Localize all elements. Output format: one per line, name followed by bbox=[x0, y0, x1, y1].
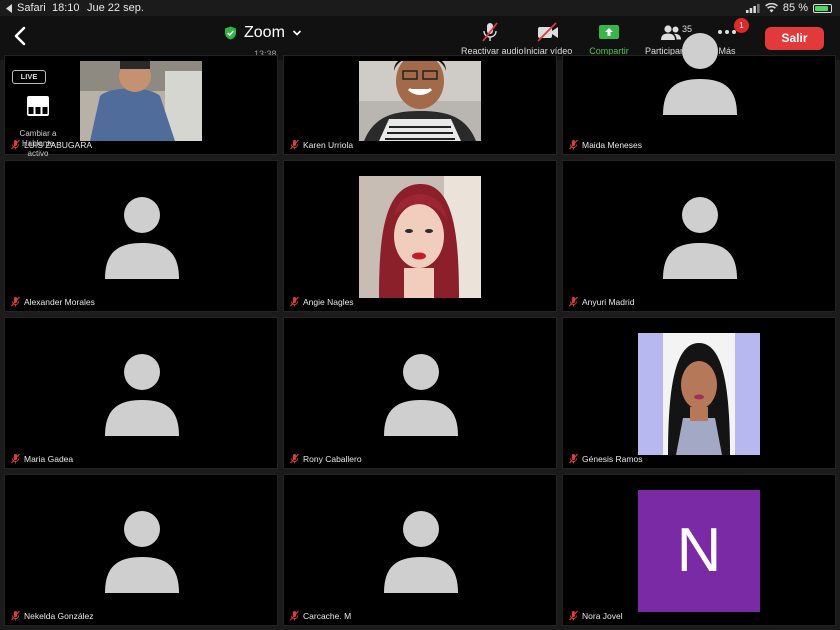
default-avatar-icon bbox=[663, 33, 737, 115]
participant-name: Alexander Morales bbox=[24, 296, 95, 307]
participant-name-label: Maida Meneses bbox=[568, 139, 642, 150]
back-app-label: Safari bbox=[17, 2, 46, 14]
participant-tile[interactable]: Rony Caballero bbox=[283, 317, 557, 469]
participant-tile[interactable]: Génesis Ramos bbox=[562, 317, 836, 469]
participant-name-label: Maria Gadea bbox=[10, 453, 73, 464]
default-avatar-icon bbox=[384, 511, 458, 593]
meeting-title-button[interactable]: Zoom bbox=[224, 24, 302, 42]
avatar bbox=[105, 195, 179, 279]
chevron-left-icon bbox=[14, 26, 26, 46]
video-grid: LUIS ZABUGARA Karen Urriola Maida Meneses A… bbox=[4, 33, 836, 626]
participant-name-label: Carcache. M bbox=[289, 610, 351, 621]
participant-name-label: Karen Urriola bbox=[289, 139, 353, 150]
microphone-muted-icon bbox=[11, 296, 20, 307]
participant-name: Nekelda González bbox=[24, 610, 94, 621]
avatar bbox=[105, 509, 179, 593]
microphone-muted-icon bbox=[11, 610, 20, 621]
participant-tile[interactable]: Maida Meneses bbox=[562, 33, 836, 155]
status-indicators: 85 % bbox=[745, 2, 832, 14]
participant-name-label: Anyuri Madrid bbox=[568, 296, 634, 307]
participant-tile[interactable]: Angie Nagles bbox=[283, 160, 557, 312]
battery-icon bbox=[813, 3, 832, 13]
video-feed bbox=[638, 333, 760, 455]
back-button[interactable] bbox=[10, 24, 32, 48]
battery-percent: 85 % bbox=[782, 2, 808, 14]
back-triangle-icon bbox=[6, 3, 12, 13]
default-avatar-icon bbox=[105, 354, 179, 436]
avatar bbox=[663, 195, 737, 279]
video-feed bbox=[359, 176, 481, 298]
gallery-view-icon bbox=[26, 95, 50, 117]
signal-icon bbox=[745, 3, 760, 13]
participant-name: Rony Caballero bbox=[303, 453, 362, 464]
participant-name-label: Nora Jovel bbox=[568, 610, 623, 621]
participant-tile[interactable]: Karen Urriola bbox=[283, 55, 557, 155]
start-video-button[interactable]: Iniciar vídeo bbox=[521, 21, 575, 57]
participant-tile[interactable]: Nekelda González bbox=[4, 474, 278, 626]
switch-active-speaker-button[interactable]: Cambiar a Hablante activo bbox=[18, 95, 58, 159]
avatar bbox=[384, 509, 458, 593]
initial-avatar: N bbox=[638, 490, 760, 612]
participant-name-label: Génesis Ramos bbox=[568, 453, 642, 464]
avatar bbox=[105, 352, 179, 436]
participant-name: Anyuri Madrid bbox=[582, 296, 635, 307]
participant-name: Karen Urriola bbox=[303, 139, 354, 150]
avatar bbox=[663, 31, 737, 115]
participant-name: Nora Jovel bbox=[582, 610, 623, 621]
default-avatar-icon bbox=[663, 197, 737, 279]
default-avatar-icon bbox=[105, 197, 179, 279]
status-date: Jue 22 sep. bbox=[87, 2, 144, 14]
video-feed bbox=[359, 61, 481, 141]
microphone-muted-icon bbox=[569, 610, 578, 621]
participant-name: Carcache. M bbox=[303, 610, 352, 621]
speaker-label-line2: Hablante bbox=[21, 139, 55, 148]
participant-name: Angie Nagles bbox=[303, 296, 354, 307]
microphone-muted-icon bbox=[569, 453, 578, 464]
avatar bbox=[384, 352, 458, 436]
participant-tile[interactable]: Maria Gadea bbox=[4, 317, 278, 469]
status-time: 18:10 bbox=[52, 2, 80, 14]
microphone-muted-icon bbox=[290, 296, 299, 307]
participant-name: Maria Gadea bbox=[24, 453, 74, 464]
microphone-muted-icon bbox=[290, 139, 299, 150]
share-screen-icon bbox=[599, 25, 619, 39]
participant-tile[interactable]: N Nora Jovel bbox=[562, 474, 836, 626]
default-avatar-icon bbox=[105, 511, 179, 593]
unmute-button[interactable]: Reactivar audio bbox=[461, 21, 524, 57]
shield-check-icon bbox=[225, 26, 236, 40]
microphone-muted-icon bbox=[290, 453, 299, 464]
chevron-down-icon bbox=[292, 30, 301, 36]
microphone-muted-icon bbox=[569, 296, 578, 307]
exit-button[interactable]: Salir bbox=[765, 27, 824, 50]
participant-tile[interactable]: Alexander Morales bbox=[4, 160, 278, 312]
status-bar: Safari 18:10 Jue 22 sep. 85 % bbox=[0, 0, 840, 16]
participant-tile[interactable]: Anyuri Madrid bbox=[562, 160, 836, 312]
participant-name: Génesis Ramos bbox=[582, 453, 643, 464]
participant-tile[interactable]: Carcache. M bbox=[283, 474, 557, 626]
participant-name-label: Alexander Morales bbox=[10, 296, 95, 307]
share-button[interactable]: Compartir bbox=[585, 21, 633, 57]
participant-name-label: Nekelda González bbox=[10, 610, 93, 621]
participant-name: Maida Meneses bbox=[582, 139, 643, 150]
live-badge[interactable]: LIVE bbox=[12, 70, 46, 84]
camera-off-icon bbox=[537, 22, 558, 42]
microphone-muted-icon bbox=[290, 610, 299, 621]
microphone-muted-icon bbox=[482, 22, 498, 42]
default-avatar-icon bbox=[384, 354, 458, 436]
participant-name-label: Rony Caballero bbox=[289, 453, 362, 464]
speaker-label-line1: Cambiar a bbox=[19, 129, 57, 138]
microphone-muted-icon bbox=[11, 453, 20, 464]
meeting-title: Zoom bbox=[244, 24, 285, 41]
speaker-label-line3: activo bbox=[27, 149, 49, 158]
video-feed bbox=[80, 61, 202, 141]
status-back-app[interactable]: Safari bbox=[6, 2, 46, 14]
wifi-icon bbox=[765, 3, 778, 13]
participant-name-label: Angie Nagles bbox=[289, 296, 354, 307]
microphone-muted-icon bbox=[569, 139, 578, 150]
